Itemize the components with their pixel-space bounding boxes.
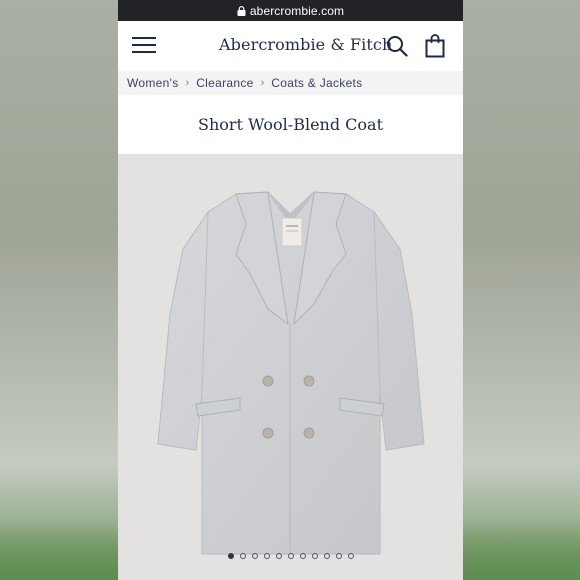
breadcrumb-separator: › <box>260 77 265 89</box>
shopping-bag-icon[interactable] <box>425 34 445 58</box>
lock-icon <box>237 5 246 16</box>
carousel-dot[interactable] <box>227 553 234 559</box>
carousel-dot[interactable] <box>311 553 318 559</box>
search-icon[interactable] <box>386 35 408 57</box>
carousel-dot[interactable] <box>347 553 354 559</box>
breadcrumb: Women's › Clearance › Coats & Jackets <box>118 71 463 95</box>
carousel-indicators <box>118 553 463 559</box>
carousel-dot[interactable] <box>323 553 330 559</box>
breadcrumb-clearance[interactable]: Clearance <box>196 76 253 90</box>
brand-logo[interactable]: Abercrombie & Fitch <box>219 35 392 54</box>
carousel-dot[interactable] <box>251 553 258 559</box>
product-title: Short Wool-Blend Coat <box>197 115 384 134</box>
carousel-dot[interactable] <box>263 553 270 559</box>
carousel-dot[interactable] <box>239 553 246 559</box>
coat-image <box>157 191 425 555</box>
carousel-dot[interactable] <box>299 553 306 559</box>
breadcrumb-womens[interactable]: Women's <box>127 76 179 90</box>
carousel-dot[interactable] <box>287 553 294 559</box>
browser-url-bar[interactable]: abercrombie.com <box>118 0 463 21</box>
carousel-dot[interactable] <box>335 553 342 559</box>
breadcrumb-coats-jackets[interactable]: Coats & Jackets <box>271 76 362 90</box>
carousel-dot[interactable] <box>275 553 282 559</box>
background-left-edge <box>0 520 118 580</box>
background-right-edge <box>462 520 580 580</box>
product-title-bar: Short Wool-Blend Coat <box>118 95 463 154</box>
url-text: abercrombie.com <box>249 3 345 18</box>
hamburger-menu-icon[interactable] <box>132 37 156 54</box>
phone-screen: abercrombie.com Abercrombie & Fitch Wome… <box>118 0 463 580</box>
site-header: Abercrombie & Fitch <box>118 21 463 71</box>
product-image[interactable] <box>118 154 463 580</box>
breadcrumb-separator: › <box>185 77 190 89</box>
